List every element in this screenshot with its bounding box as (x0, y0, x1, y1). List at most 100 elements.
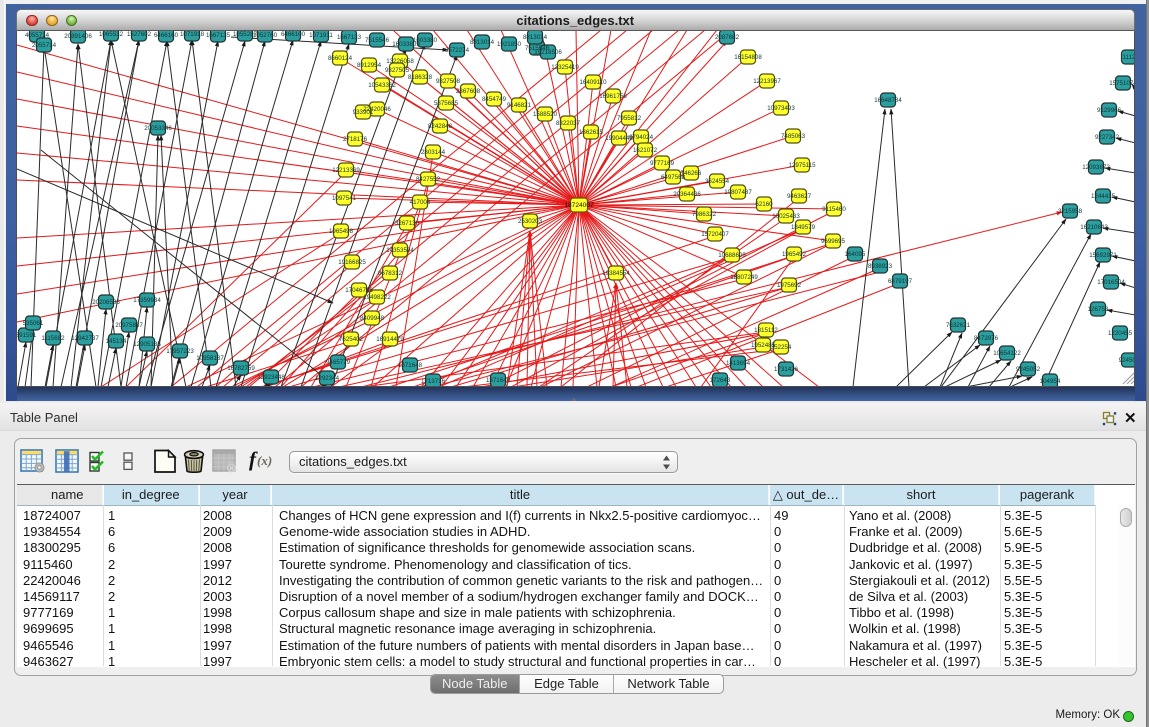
svg-text:8427552: 8427552 (415, 176, 440, 183)
svg-text:16961758: 16961758 (599, 93, 627, 100)
svg-text:17359934: 17359934 (133, 297, 161, 304)
svg-text:1921850: 1921850 (496, 41, 521, 48)
svg-text:6466100: 6466100 (280, 31, 305, 38)
svg-text:19384554: 19384554 (602, 270, 630, 277)
svg-text:924501: 924501 (1118, 357, 1135, 364)
svg-text:10958187: 10958187 (196, 355, 224, 362)
svg-text:1621072: 1621072 (632, 147, 657, 154)
svg-text:2718176: 2718176 (342, 136, 367, 143)
svg-text:16782759: 16782759 (227, 365, 255, 372)
svg-text:1667133: 1667133 (336, 34, 361, 41)
svg-text:10688609: 10688609 (718, 252, 746, 259)
svg-text:1052760: 1052760 (252, 32, 277, 39)
svg-text:10654122: 10654122 (993, 350, 1021, 357)
svg-text:1220455: 1220455 (1107, 330, 1132, 337)
svg-text:417006: 417006 (409, 199, 430, 206)
svg-text:145134: 145134 (105, 338, 126, 345)
svg-text:8454749: 8454749 (481, 96, 506, 103)
svg-text:1413694: 1413694 (725, 360, 750, 367)
svg-text:9465779: 9465779 (325, 359, 350, 366)
svg-text:1667135: 1667135 (205, 32, 230, 39)
svg-text:20206536: 20206536 (92, 299, 120, 306)
svg-text:2055714: 2055714 (31, 42, 56, 49)
svg-text:14353594: 14353594 (386, 247, 414, 254)
svg-text:6794024: 6794024 (628, 134, 653, 141)
svg-text:15692971: 15692971 (1089, 252, 1117, 259)
svg-text:933901: 933901 (352, 109, 373, 116)
svg-text:1097541: 1097541 (331, 195, 356, 202)
svg-text:8912954: 8912954 (356, 62, 381, 69)
svg-text:16409110: 16409110 (579, 79, 607, 86)
svg-text:1527602: 1527602 (126, 31, 151, 38)
svg-text:352254: 352254 (770, 344, 791, 351)
svg-text:9777169: 9777169 (649, 160, 674, 167)
svg-text:3215958: 3215958 (1057, 208, 1082, 215)
svg-text:6466160: 6466160 (153, 32, 178, 39)
svg-text:164095: 164095 (844, 251, 865, 258)
svg-text:20364436: 20364436 (673, 191, 701, 198)
svg-text:8660124: 8660124 (327, 55, 352, 62)
svg-text:12093872: 12093872 (1082, 164, 1110, 171)
svg-text:8813014: 8813014 (522, 34, 547, 41)
svg-text:7986322: 7986322 (691, 211, 716, 218)
svg-text:17046786: 17046786 (345, 287, 373, 294)
svg-text:9327508: 9327508 (435, 78, 460, 85)
svg-text:19166825: 19166825 (338, 259, 366, 266)
svg-text:1975692: 1975692 (776, 282, 801, 289)
svg-text:2367608: 2367608 (455, 88, 480, 95)
svg-text:16154808: 16154808 (734, 54, 762, 61)
svg-text:9327505: 9327505 (384, 67, 409, 74)
svg-text:7955812: 7955812 (616, 115, 641, 122)
svg-text:17016504: 17016504 (1097, 279, 1125, 286)
svg-text:1371640: 1371640 (485, 377, 510, 384)
svg-text:8409948: 8409948 (359, 315, 384, 322)
svg-text:1071911: 1071911 (309, 32, 333, 39)
svg-text:126753: 126753 (1087, 306, 1108, 313)
svg-text:12923448: 12923448 (257, 374, 285, 381)
svg-text:9245052: 9245052 (1015, 366, 1040, 373)
svg-text:9129966: 9129966 (1096, 107, 1121, 114)
svg-text:10807487: 10807487 (724, 189, 752, 196)
svg-text:12942737: 12942737 (71, 335, 99, 342)
svg-text:172643: 172643 (709, 377, 730, 384)
svg-text:13226058: 13226058 (386, 58, 414, 65)
svg-text:12325419: 12325419 (551, 64, 579, 71)
svg-text:7515546: 7515546 (364, 37, 389, 44)
svg-text:1115682: 1115682 (41, 335, 65, 342)
svg-text:7625402: 7625402 (338, 336, 363, 343)
svg-text:1849579: 1849579 (790, 224, 815, 231)
svg-text:9463627: 9463627 (786, 193, 811, 200)
svg-text:391591: 391591 (17, 332, 37, 339)
svg-text:12213369: 12213369 (332, 167, 360, 174)
svg-text:1603380: 1603380 (412, 37, 437, 44)
svg-text:9227342: 9227342 (1094, 134, 1119, 141)
svg-text:6497568: 6497568 (660, 174, 685, 181)
svg-text:6879197: 6879197 (887, 278, 912, 285)
svg-text:12213967: 12213967 (753, 78, 781, 85)
svg-text:7485063: 7485063 (780, 133, 805, 140)
svg-text:8678312: 8678312 (377, 270, 402, 277)
svg-text:1965498: 1965498 (328, 228, 353, 235)
svg-text:1371648: 1371648 (397, 362, 422, 369)
svg-text:10543362: 10543362 (368, 82, 396, 89)
svg-text:10973493: 10973493 (767, 105, 795, 112)
svg-text:3267130: 3267130 (394, 220, 419, 227)
svg-text:8938923: 8938923 (867, 263, 892, 270)
svg-text:4055714: 4055714 (24, 32, 49, 39)
svg-text:3624554: 3624554 (704, 178, 729, 185)
svg-text:16648784: 16648784 (874, 97, 902, 104)
svg-text:1713716: 1713716 (420, 378, 445, 385)
svg-text:20891406: 20891406 (64, 33, 92, 40)
svg-text:8186328: 8186328 (407, 74, 432, 81)
svg-text:16914479: 16914479 (376, 336, 404, 343)
svg-text:2803144: 2803144 (420, 149, 445, 156)
svg-text:1362615: 1362615 (578, 129, 603, 136)
svg-text:20975887: 20975887 (115, 322, 143, 329)
svg-text:9699695: 9699695 (820, 238, 845, 245)
svg-text:3572274: 3572274 (444, 47, 469, 54)
svg-text:8322037: 8322037 (555, 120, 580, 127)
svg-text:2087682: 2087682 (714, 34, 739, 41)
svg-text:10025433: 10025433 (772, 213, 800, 220)
svg-text:8813014: 8813014 (469, 39, 494, 46)
svg-text:17957223: 17957223 (166, 348, 194, 355)
